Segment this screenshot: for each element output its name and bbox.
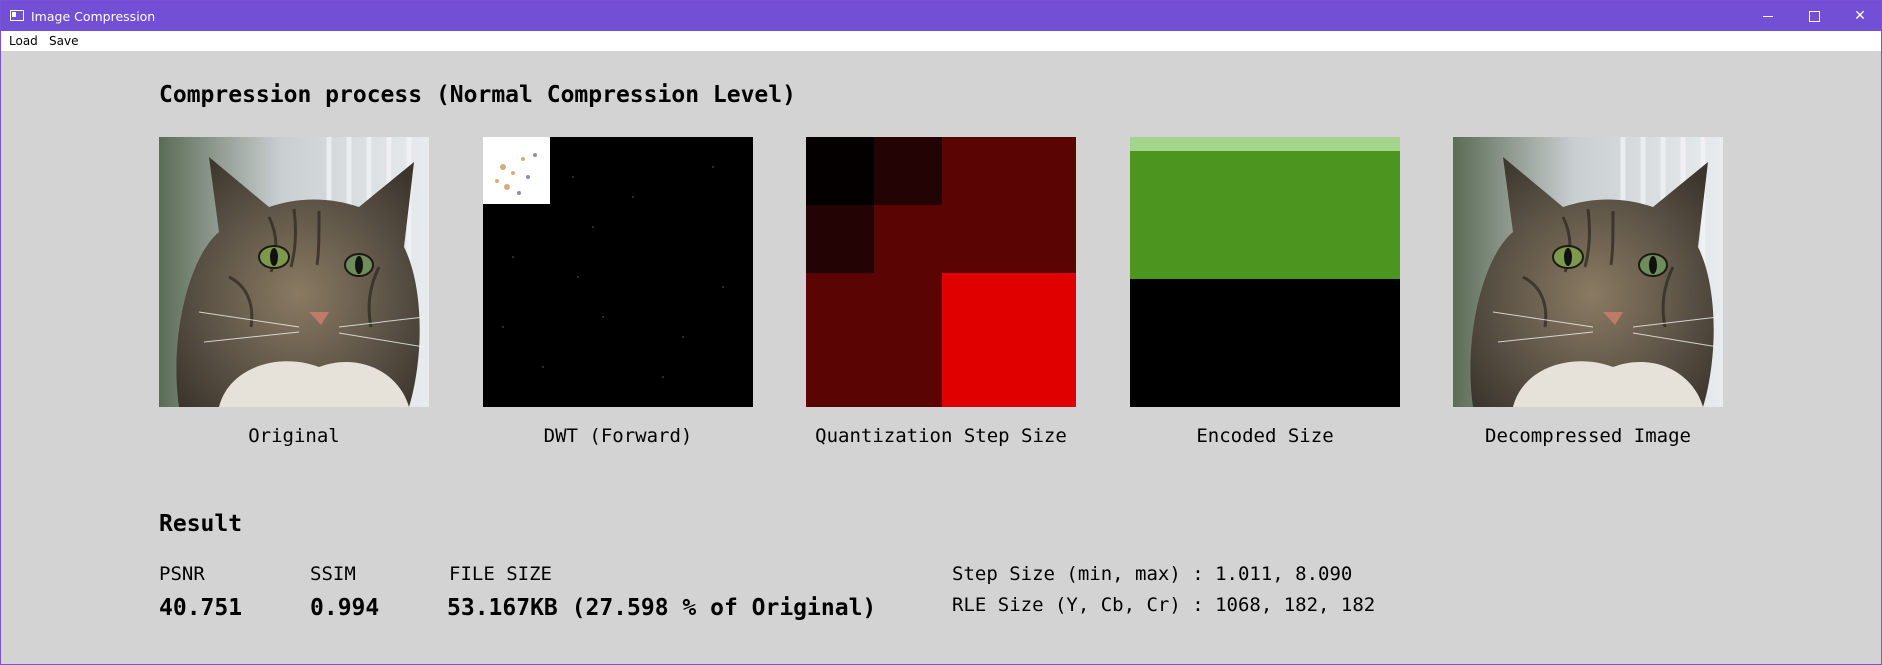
filesize-value: 53.167KB (27.598 % of Original) [447, 595, 877, 621]
caption-decompressed: Decompressed Image [1485, 425, 1691, 447]
close-icon: ✕ [1854, 8, 1866, 24]
quant-image [806, 137, 1076, 407]
title-bar[interactable]: Image Compression ✕ [1, 1, 1881, 31]
menu-save[interactable]: Save [49, 34, 78, 48]
caption-original: Original [248, 425, 340, 447]
window-title: Image Compression [31, 9, 156, 24]
encoded-image [1130, 137, 1400, 407]
ssim-value: 0.994 [310, 595, 380, 621]
menu-bar: Load Save [1, 31, 1881, 51]
dwt-image [483, 137, 753, 407]
encoded-size-map [1130, 137, 1400, 407]
psnr-label: PSNR [159, 563, 205, 585]
filesize-label: FILE SIZE [449, 563, 552, 585]
quant-step-map [806, 137, 1076, 407]
dwt-coefficients [483, 137, 753, 407]
ssim-label: SSIM [310, 563, 356, 585]
minimize-button[interactable] [1745, 1, 1791, 31]
close-button[interactable]: ✕ [1837, 1, 1882, 31]
result-title: Result [159, 511, 243, 537]
psnr-value: 40.751 [159, 595, 243, 621]
maximize-icon [1808, 10, 1820, 22]
caption-dwt: DWT (Forward) [543, 425, 693, 447]
decompressed-image [1453, 137, 1723, 407]
step-size-info: Step Size (min, max) : 1.011, 8.090 [952, 563, 1353, 585]
rle-size-info: RLE Size (Y, Cb, Cr) : 1068, 182, 182 [952, 594, 1376, 616]
cat-photo-original [159, 137, 429, 407]
cat-photo-decompressed [1453, 137, 1723, 407]
app-window: Image Compression ✕ Load Save Compressio… [0, 0, 1882, 665]
caption-quant: Quantization Step Size [815, 425, 1067, 447]
minimize-icon [1763, 15, 1773, 17]
process-title: Compression process (Normal Compression … [159, 82, 796, 108]
original-image [159, 137, 429, 407]
maximize-button[interactable] [1791, 1, 1837, 31]
caption-encoded: Encoded Size [1196, 425, 1334, 447]
menu-load[interactable]: Load [9, 34, 38, 48]
app-icon [10, 10, 24, 21]
